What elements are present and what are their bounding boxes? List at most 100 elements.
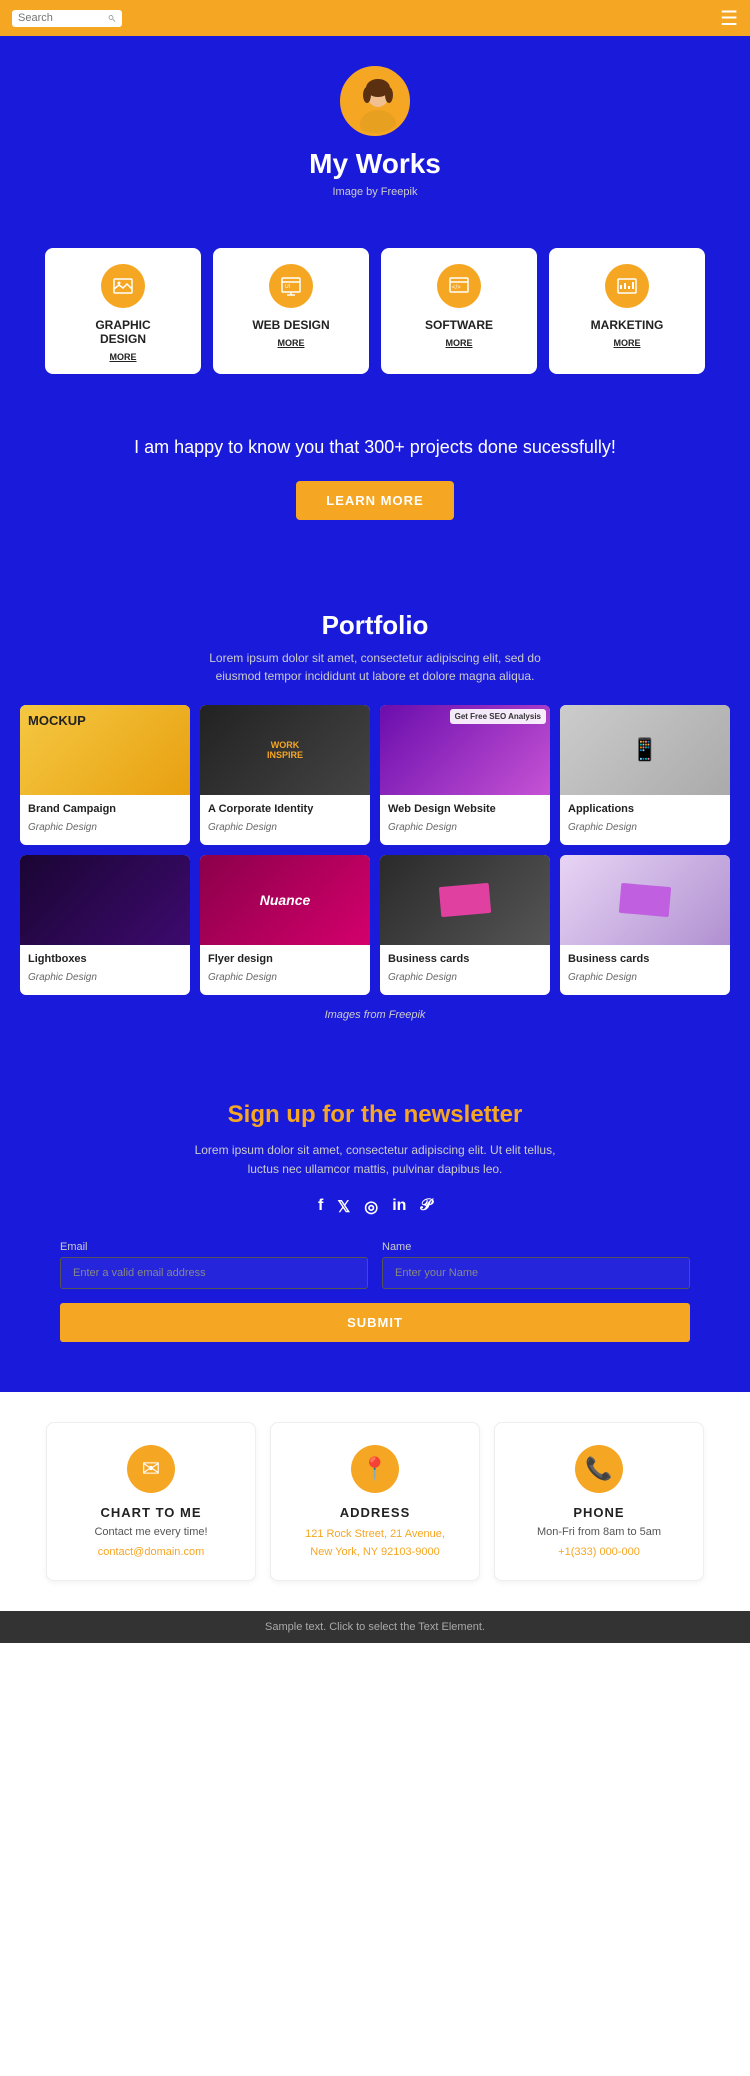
hero-subtitle: Image by Freepik <box>20 186 730 198</box>
service-card-marketing: MARKETING MORE <box>549 248 705 374</box>
svg-text:</>: </> <box>452 285 461 291</box>
contact-email-link[interactable]: contact@domain.com <box>98 1546 205 1558</box>
promo-section: I am happy to know you that 300+ project… <box>0 404 750 560</box>
contact-card-phone: 📞 PHONE Mon-Fri from 8am to 5am +1(333) … <box>494 1422 704 1580</box>
portfolio-image-flyer: Nuance <box>200 855 370 945</box>
contact-card-address: 📍 ADDRESS 121 Rock Street, 21 Avenue,New… <box>270 1422 480 1580</box>
portfolio-note: Images from Freepik <box>20 1009 730 1021</box>
portfolio-item-category: Graphic Design <box>388 822 457 833</box>
linkedin-icon[interactable]: in <box>392 1197 406 1217</box>
portfolio-item-category: Graphic Design <box>208 972 277 983</box>
email-field[interactable] <box>60 1257 368 1289</box>
contact-address-title: ADDRESS <box>285 1505 465 1520</box>
phone-contact-icon: 📞 <box>575 1445 623 1493</box>
contact-phone-hours: Mon-Fri from 8am to 5am <box>509 1526 689 1538</box>
learn-more-button[interactable]: LEARN MORE <box>296 481 453 520</box>
portfolio-item-name: Business cards <box>388 953 542 965</box>
software-icon: </> <box>437 264 481 308</box>
portfolio-item[interactable]: Lightboxes Graphic Design <box>20 855 190 995</box>
footer-text: Sample text. Click to select the Text El… <box>265 1621 485 1633</box>
web-design-more-link[interactable]: MORE <box>223 338 359 348</box>
newsletter-form-row: Email Name <box>60 1241 690 1289</box>
navbar: ☰ <box>0 0 750 36</box>
portfolio-item-category: Graphic Design <box>28 822 97 833</box>
portfolio-item[interactable]: Business cards Graphic Design <box>560 855 730 995</box>
newsletter-section: Sign up for the newsletter Lorem ipsum d… <box>0 1051 750 1392</box>
submit-button[interactable]: SUBMIT <box>60 1303 690 1342</box>
service-title-software: SOFTWARE <box>391 318 527 332</box>
newsletter-description: Lorem ipsum dolor sit amet, consectetur … <box>185 1141 565 1179</box>
contact-email-subtitle: Contact me every time! <box>61 1526 241 1538</box>
portfolio-item-name: Flyer design <box>208 953 362 965</box>
email-label: Email <box>60 1241 368 1253</box>
portfolio-title: Portfolio <box>20 610 730 641</box>
portfolio-description: Lorem ipsum dolor sit amet, consectetur … <box>185 649 565 685</box>
search-box[interactable] <box>12 10 122 27</box>
pinterest-icon[interactable]: 𝒫 <box>420 1197 432 1217</box>
portfolio-item-name: Business cards <box>568 953 722 965</box>
portfolio-item[interactable]: Get Free SEO Analysis Web Design Website… <box>380 705 550 845</box>
service-title-graphic: GRAPHICDESIGN <box>55 318 191 346</box>
instagram-icon[interactable]: ◎ <box>364 1197 378 1217</box>
portfolio-item-category: Graphic Design <box>208 822 277 833</box>
portfolio-item-name: Web Design Website <box>388 803 542 815</box>
portfolio-image-corporate: WORKINSPIRE <box>200 705 370 795</box>
promo-text: I am happy to know you that 300+ project… <box>40 434 710 461</box>
footer: Sample text. Click to select the Text El… <box>0 1611 750 1643</box>
newsletter-title: Sign up for the newsletter <box>60 1101 690 1129</box>
portfolio-image-lightboxes <box>20 855 190 945</box>
portfolio-item-name: Lightboxes <box>28 953 182 965</box>
portfolio-item-name: A Corporate Identity <box>208 803 362 815</box>
contact-phone-title: PHONE <box>509 1505 689 1520</box>
contact-phone-link[interactable]: +1(333) 000-000 <box>558 1546 640 1558</box>
portfolio-image-bizcard2 <box>560 855 730 945</box>
portfolio-section: Portfolio Lorem ipsum dolor sit amet, co… <box>0 560 750 1051</box>
web-design-icon: UI <box>269 264 313 308</box>
name-field[interactable] <box>382 1257 690 1289</box>
portfolio-item[interactable]: Business cards Graphic Design <box>380 855 550 995</box>
facebook-icon[interactable]: f <box>318 1197 323 1217</box>
contact-card-email: ✉ CHART TO ME Contact me every time! con… <box>46 1422 256 1580</box>
portfolio-item-name: Brand Campaign <box>28 803 182 815</box>
social-icons: f 𝕏 ◎ in 𝒫 <box>60 1197 690 1217</box>
contact-email-title: CHART TO ME <box>61 1505 241 1520</box>
portfolio-image-bizcard1 <box>380 855 550 945</box>
name-form-group: Name <box>382 1241 690 1289</box>
name-label: Name <box>382 1241 690 1253</box>
portfolio-item-name: Applications <box>568 803 722 815</box>
address-contact-icon: 📍 <box>351 1445 399 1493</box>
graphic-design-icon <box>101 264 145 308</box>
portfolio-item-category: Graphic Design <box>568 972 637 983</box>
portfolio-image-apps: 📱 <box>560 705 730 795</box>
twitter-icon[interactable]: 𝕏 <box>337 1197 350 1217</box>
portfolio-item-category: Graphic Design <box>388 972 457 983</box>
svg-text:UI: UI <box>285 284 290 290</box>
marketing-more-link[interactable]: MORE <box>559 338 695 348</box>
marketing-icon <box>605 264 649 308</box>
hero-section: My Works Image by Freepik <box>0 36 750 238</box>
service-title-marketing: MARKETING <box>559 318 695 332</box>
avatar <box>340 66 410 136</box>
portfolio-item[interactable]: Nuance Flyer design Graphic Design <box>200 855 370 995</box>
portfolio-image-webdesign: Get Free SEO Analysis <box>380 705 550 795</box>
graphic-design-more-link[interactable]: MORE <box>55 352 191 362</box>
email-form-group: Email <box>60 1241 368 1289</box>
portfolio-header: Portfolio Lorem ipsum dolor sit amet, co… <box>20 610 730 685</box>
portfolio-item[interactable]: 📱 Applications Graphic Design <box>560 705 730 845</box>
portfolio-grid: MOCKUP Brand Campaign Graphic Design WOR… <box>20 705 730 995</box>
email-contact-icon: ✉ <box>127 1445 175 1493</box>
service-card-software: </> SOFTWARE MORE <box>381 248 537 374</box>
search-icon <box>108 12 116 25</box>
service-card-web-design: UI WEB DESIGN MORE <box>213 248 369 374</box>
contact-section: ✉ CHART TO ME Contact me every time! con… <box>0 1392 750 1610</box>
contact-address-link[interactable]: 121 Rock Street, 21 Avenue,New York, NY … <box>285 1526 465 1561</box>
portfolio-image-brand: MOCKUP <box>20 705 190 795</box>
service-title-web: WEB DESIGN <box>223 318 359 332</box>
menu-icon[interactable]: ☰ <box>720 6 738 31</box>
software-more-link[interactable]: MORE <box>391 338 527 348</box>
portfolio-item[interactable]: WORKINSPIRE A Corporate Identity Graphic… <box>200 705 370 845</box>
service-card-graphic-design: GRAPHICDESIGN MORE <box>45 248 201 374</box>
portfolio-item[interactable]: MOCKUP Brand Campaign Graphic Design <box>20 705 190 845</box>
services-section: GRAPHICDESIGN MORE UI WEB DESIGN MORE </… <box>0 238 750 404</box>
search-input[interactable] <box>18 12 108 24</box>
